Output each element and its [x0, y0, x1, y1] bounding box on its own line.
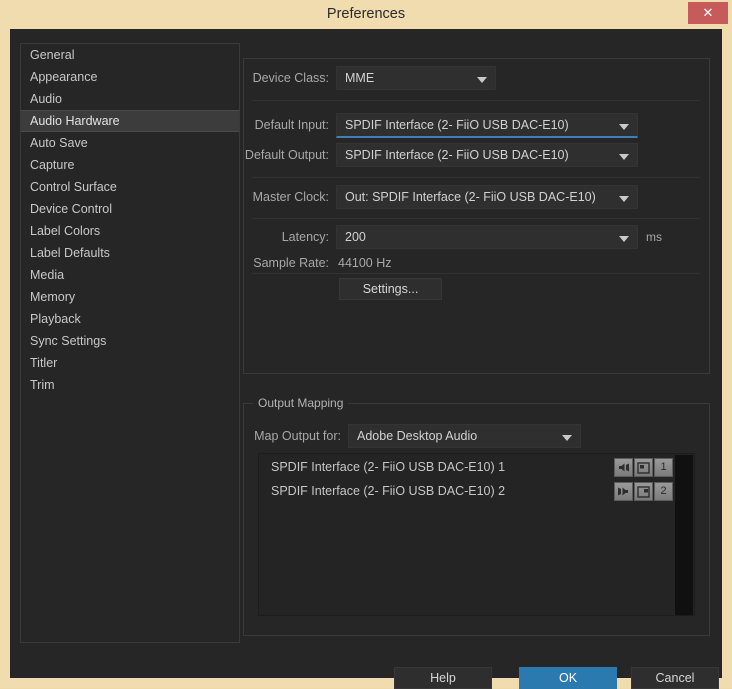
ok-button[interactable]: OK — [519, 667, 617, 689]
device-class-label: Device Class: — [252, 71, 329, 85]
channel-assign-icon[interactable] — [634, 458, 653, 477]
sidebar-item-auto-save[interactable]: Auto Save — [21, 132, 239, 154]
map-output-for-value: Adobe Desktop Audio — [357, 429, 478, 443]
audio-hardware-pane: Device Class: MME Default Input: SPDIF I… — [243, 43, 710, 641]
speaker-right-glyph — [618, 487, 628, 496]
sidebar-item-memory[interactable]: Memory — [21, 286, 239, 308]
master-clock-label: Master Clock: — [252, 190, 329, 204]
list-item[interactable]: SPDIF Interface (2- FiiO USB DAC-E10) 1 — [259, 457, 694, 478]
default-output-label: Default Output: — [244, 148, 329, 162]
sample-rate-value: 44100 Hz — [338, 256, 392, 270]
device-class-select[interactable]: MME — [336, 66, 496, 90]
scrollbar-vertical[interactable] — [675, 455, 693, 615]
sidebar-item-media[interactable]: Media — [21, 264, 239, 286]
default-input-label: Default Input: — [254, 118, 329, 132]
help-button[interactable]: Help — [394, 667, 492, 689]
device-class-row: Device Class: MME — [244, 66, 696, 90]
settings-button[interactable]: Settings... — [339, 278, 442, 300]
speaker-right-icon[interactable] — [614, 482, 633, 501]
default-output-select[interactable]: SPDIF Interface (2- FiiO USB DAC-E10) — [336, 143, 638, 167]
list-item[interactable]: SPDIF Interface (2- FiiO USB DAC-E10) 2 — [259, 481, 694, 502]
channel-number: 1 — [660, 461, 667, 473]
channel-assign-glyph — [637, 485, 650, 498]
dialog-body: General Appearance Audio Audio Hardware … — [10, 29, 722, 689]
divider — [252, 177, 700, 178]
channel-assign-icon[interactable] — [634, 482, 653, 501]
master-clock-row: Master Clock: Out: SPDIF Interface (2- F… — [244, 185, 696, 209]
channel-name: SPDIF Interface (2- FiiO USB DAC-E10) 1 — [271, 460, 506, 474]
sidebar-item-playback[interactable]: Playback — [21, 308, 239, 330]
speaker-left-icon[interactable] — [614, 458, 633, 477]
preferences-category-list[interactable]: General Appearance Audio Audio Hardware … — [20, 43, 240, 643]
speaker-left-glyph — [619, 463, 629, 472]
sidebar-item-general[interactable]: General — [21, 44, 239, 66]
channel-controls: 2 — [614, 482, 673, 501]
channel-name: SPDIF Interface (2- FiiO USB DAC-E10) 2 — [271, 484, 506, 498]
channel-number-button[interactable]: 2 — [654, 482, 673, 501]
title-bar: Preferences ✕ — [0, 0, 732, 29]
default-output-row: Default Output: SPDIF Interface (2- FiiO… — [244, 143, 696, 167]
chevron-down-icon — [619, 154, 629, 160]
master-clock-value: Out: SPDIF Interface (2- FiiO USB DAC-E1… — [345, 190, 596, 204]
sample-rate-label: Sample Rate: — [253, 256, 329, 270]
master-clock-select[interactable]: Out: SPDIF Interface (2- FiiO USB DAC-E1… — [336, 185, 638, 209]
channel-number-button[interactable]: 1 — [654, 458, 673, 477]
channel-controls: 1 — [614, 458, 673, 477]
default-input-select[interactable]: SPDIF Interface (2- FiiO USB DAC-E10) — [336, 113, 638, 138]
sidebar-item-audio-hardware[interactable]: Audio Hardware — [21, 110, 239, 132]
device-class-value: MME — [345, 71, 375, 85]
chevron-down-icon — [619, 196, 629, 202]
map-output-for-select[interactable]: Adobe Desktop Audio — [348, 424, 581, 448]
default-input-value: SPDIF Interface (2- FiiO USB DAC-E10) — [345, 118, 569, 132]
sidebar-item-trim[interactable]: Trim — [21, 374, 239, 396]
default-output-value: SPDIF Interface (2- FiiO USB DAC-E10) — [345, 148, 569, 162]
latency-value: 200 — [345, 230, 366, 244]
cancel-button[interactable]: Cancel — [631, 667, 719, 689]
sidebar-item-capture[interactable]: Capture — [21, 154, 239, 176]
chevron-down-icon — [619, 124, 629, 130]
sample-rate-row: Sample Rate: 44100 Hz — [244, 251, 696, 275]
window-title: Preferences — [326, 6, 406, 22]
sidebar-item-device-control[interactable]: Device Control — [21, 198, 239, 220]
sidebar-item-sync-settings[interactable]: Sync Settings — [21, 330, 239, 352]
chevron-down-icon — [477, 77, 487, 83]
latency-label: Latency: — [281, 230, 329, 244]
sidebar-item-control-surface[interactable]: Control Surface — [21, 176, 239, 198]
chevron-down-icon — [562, 435, 572, 441]
output-mapping-label: Output Mapping — [253, 396, 349, 410]
map-output-for-label: Map Output for: — [254, 429, 341, 443]
divider — [252, 273, 700, 274]
device-settings-group: Device Class: MME Default Input: SPDIF I… — [243, 58, 710, 374]
sidebar-item-audio[interactable]: Audio — [21, 88, 239, 110]
output-mapping-group: Output Mapping Map Output for: Adobe Des… — [243, 396, 710, 636]
default-input-row: Default Input: SPDIF Interface (2- FiiO … — [244, 113, 696, 138]
channel-number: 2 — [660, 485, 667, 497]
sidebar-item-label-colors[interactable]: Label Colors — [21, 220, 239, 242]
sidebar-item-appearance[interactable]: Appearance — [21, 66, 239, 88]
sidebar-item-titler[interactable]: Titler — [21, 352, 239, 374]
close-icon[interactable]: ✕ — [688, 2, 728, 24]
divider — [252, 218, 700, 219]
sidebar-item-label-defaults[interactable]: Label Defaults — [21, 242, 239, 264]
latency-select[interactable]: 200 — [336, 225, 638, 249]
map-output-for-row: Map Output for: Adobe Desktop Audio — [244, 424, 696, 448]
latency-row: Latency: 200 ms — [244, 225, 696, 249]
output-channel-list[interactable]: SPDIF Interface (2- FiiO USB DAC-E10) 1 — [258, 453, 695, 616]
latency-unit: ms — [646, 230, 662, 244]
preferences-window: Preferences ✕ General Appearance Audio A… — [0, 0, 732, 689]
chevron-down-icon — [619, 236, 629, 242]
channel-assign-glyph — [637, 461, 650, 474]
divider — [252, 100, 700, 101]
